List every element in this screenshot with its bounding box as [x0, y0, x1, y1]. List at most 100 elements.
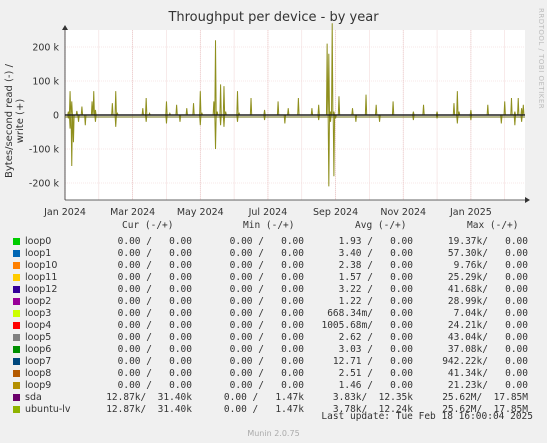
throughput-chart: 200 k 100 k 0 -100 k -200 k Jan 2024 Mar 2024 M… [29, 23, 530, 218]
legend-value-max: 25.62M/ 17.85M [442, 392, 528, 403]
legend-swatch [13, 238, 20, 245]
legend-value-max: 37.08k/ 0.00 [447, 344, 528, 355]
header-avg: Avg (-/+) [355, 220, 407, 231]
legend-value-cur: 0.00 / 0.00 [117, 284, 192, 295]
legend-label: loop6 [25, 344, 52, 355]
legend-row-loop4: loop4 0.00 / 0.00 0.00 / 0.00 1005.68m/ 0.0… [0, 320, 547, 332]
legend-value-min: 0.00 / 0.00 [229, 296, 304, 307]
legend-value-max: 41.68k/ 0.00 [447, 284, 528, 295]
legend-swatch [13, 274, 20, 281]
legend-value-max: 21.23k/ 0.00 [447, 380, 528, 391]
x-tick-label: Jul 2024 [248, 207, 288, 218]
legend-value-avg: 2.62 / 0.00 [338, 332, 413, 343]
x-tick-label: Nov 2024 [380, 207, 426, 218]
legend-value-cur: 12.87k/ 31.40k [106, 404, 192, 415]
legend-row-loop1: loop1 0.00 / 0.00 0.00 / 0.00 3.40 / 0.00 57… [0, 248, 547, 260]
legend-row-loop11: loop11 0.00 / 0.00 0.00 / 0.00 1.57 / 0.00 2… [0, 272, 547, 284]
legend-value-cur: 0.00 / 0.00 [117, 380, 192, 391]
legend-swatch [13, 262, 20, 269]
legend-value-min: 0.00 / 0.00 [229, 344, 304, 355]
legend-row-loop0: loop0 0.00 / 0.00 0.00 / 0.00 1.93 / 0.00 19… [0, 236, 547, 248]
legend-value-avg: 1.46 / 0.00 [338, 380, 413, 391]
legend-swatch [13, 334, 20, 341]
legend-value-cur: 0.00 / 0.00 [117, 296, 192, 307]
legend-value-min: 0.00 / 0.00 [229, 260, 304, 271]
legend-value-avg: 1005.68m/ 0.00 [321, 320, 413, 331]
x-tick-label: Mar 2024 [110, 207, 155, 218]
legend-label: ubuntu-lv [25, 404, 71, 415]
legend-value-min: 0.00 / 0.00 [229, 248, 304, 259]
legend-value-avg: 3.83k/ 12.35k [332, 392, 413, 403]
legend-value-avg: 1.22 / 0.00 [338, 296, 413, 307]
legend-value-avg: 3.03 / 0.00 [338, 344, 413, 355]
munin-version: Munin 2.0.75 [247, 429, 300, 438]
legend-label: loop8 [25, 368, 52, 379]
x-tick-label: Jan 2025 [449, 207, 492, 218]
legend-label: loop9 [25, 380, 52, 391]
legend-label: loop5 [25, 332, 52, 343]
y-tick-label: -200 k [29, 179, 60, 190]
legend-value-max: 41.34k/ 0.00 [447, 368, 528, 379]
y-tick-label: 0 [53, 111, 59, 122]
legend-swatch [13, 382, 20, 389]
legend-value-cur: 0.00 / 0.00 [117, 320, 192, 331]
legend-value-min: 0.00 / 1.47k [223, 404, 304, 415]
legend-value-max: 7.04k/ 0.00 [453, 308, 528, 319]
legend-value-avg: 1.57 / 0.00 [338, 272, 413, 283]
legend-label: loop4 [25, 320, 52, 331]
legend-row-loop2: loop2 0.00 / 0.00 0.00 / 0.00 1.22 / 0.00 28… [0, 296, 547, 308]
legend-value-min: 0.00 / 0.00 [229, 332, 304, 343]
legend-row-loop8: loop8 0.00 / 0.00 0.00 / 0.00 2.51 / 0.00 41… [0, 368, 547, 380]
legend-value-min: 0.00 / 0.00 [229, 320, 304, 331]
y-axis-arrow [62, 25, 68, 30]
legend-row-loop3: loop3 0.00 / 0.00 0.00 / 0.00 668.34m/ 0.00… [0, 308, 547, 320]
last-update: Last update: Tue Feb 18 16:00:04 2025 [321, 411, 533, 422]
legend-swatch [13, 310, 20, 317]
legend-swatch [13, 286, 20, 293]
legend-value-avg: 668.34m/ 0.00 [327, 308, 413, 319]
legend-value-cur: 0.00 / 0.00 [117, 260, 192, 271]
legend-value-max: 43.04k/ 0.00 [447, 332, 528, 343]
legend-value-min: 0.00 / 0.00 [229, 368, 304, 379]
legend-value-max: 28.99k/ 0.00 [447, 296, 528, 307]
legend-value-cur: 0.00 / 0.00 [117, 332, 192, 343]
legend-label: loop2 [25, 296, 52, 307]
legend-label: loop1 [25, 248, 52, 259]
y-tick-label: -100 k [29, 145, 60, 156]
legend-swatch [13, 322, 20, 329]
legend-value-max: 942.22k/ 0.00 [442, 356, 528, 367]
legend-value-max: 24.21k/ 0.00 [447, 320, 528, 331]
legend-value-min: 0.00 / 0.00 [229, 356, 304, 367]
legend-label: loop7 [25, 356, 52, 367]
legend-swatch [13, 394, 20, 401]
legend-label: loop11 [25, 272, 58, 283]
legend-value-avg: 3.22 / 0.00 [338, 284, 413, 295]
legend-swatch [13, 370, 20, 377]
legend-value-cur: 0.00 / 0.00 [117, 272, 192, 283]
legend-value-max: 57.30k/ 0.00 [447, 248, 528, 259]
legend-value-max: 19.37k/ 0.00 [447, 236, 528, 247]
legend-swatch [13, 250, 20, 257]
legend-value-avg: 12.71 / 0.00 [332, 356, 413, 367]
legend-value-cur: 0.00 / 0.00 [117, 308, 192, 319]
legend-value-min: 0.00 / 0.00 [229, 284, 304, 295]
legend-swatch [13, 298, 20, 305]
legend-label: loop3 [25, 308, 52, 319]
header-max: Max (-/+) [467, 220, 519, 231]
legend-value-cur: 0.00 / 0.00 [117, 368, 192, 379]
legend-swatch [13, 406, 20, 413]
legend-value-cur: 0.00 / 0.00 [117, 344, 192, 355]
legend-row-loop10: loop10 0.00 / 0.00 0.00 / 0.00 2.38 / 0.00 9… [0, 260, 547, 272]
legend-value-min: 0.00 / 0.00 [229, 272, 304, 283]
legend-value-min: 0.00 / 0.00 [229, 380, 304, 391]
x-tick-label: May 2024 [177, 207, 224, 218]
legend-label: loop10 [25, 260, 58, 271]
legend-value-avg: 1.93 / 0.00 [338, 236, 413, 247]
legend-row-sda: sda 12.87k/ 31.40k 0.00 / 1.47k 3.83k/ 12.3… [0, 392, 547, 404]
legend-value-min: 0.00 / 1.47k [223, 392, 304, 403]
legend-row-loop5: loop5 0.00 / 0.00 0.00 / 0.00 2.62 / 0.00 43… [0, 332, 547, 344]
y-tick-label: 100 k [32, 77, 59, 88]
legend-value-avg: 2.51 / 0.00 [338, 368, 413, 379]
legend-value-avg: 3.40 / 0.00 [338, 248, 413, 259]
x-tick-label: Sep 2024 [313, 207, 358, 218]
